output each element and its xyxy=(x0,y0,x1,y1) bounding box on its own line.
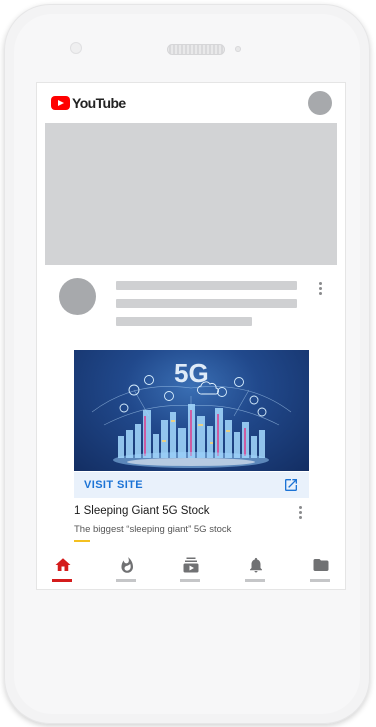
app-header: YouTube xyxy=(37,83,345,123)
nav-home[interactable] xyxy=(52,556,74,586)
nav-indicator xyxy=(52,579,72,582)
nav-indicator xyxy=(245,579,265,582)
nav-trending[interactable] xyxy=(116,556,138,586)
video-more-options-icon[interactable] xyxy=(319,282,322,295)
ad-badge xyxy=(74,540,90,542)
ad-image-label: 5G xyxy=(174,358,209,388)
proximity-sensor xyxy=(235,46,241,52)
nav-indicator xyxy=(310,579,330,582)
account-avatar[interactable] xyxy=(308,91,332,115)
ad-description: The biggest “sleeping giant” 5G stock xyxy=(74,524,232,535)
trending-icon xyxy=(121,557,133,573)
visit-site-bar[interactable]: VISIT SITE xyxy=(74,472,309,498)
visit-site-label[interactable]: VISIT SITE xyxy=(84,479,143,491)
title-placeholder-line xyxy=(116,299,297,308)
nav-notifications[interactable] xyxy=(245,556,267,586)
youtube-play-icon xyxy=(51,96,70,110)
title-placeholder-line xyxy=(116,281,297,290)
nav-indicator xyxy=(180,579,200,582)
library-icon xyxy=(313,559,329,571)
channel-avatar-placeholder[interactable] xyxy=(59,278,96,315)
open-in-new-icon[interactable] xyxy=(283,477,299,493)
video-placeholder[interactable] xyxy=(45,123,337,265)
nav-indicator xyxy=(116,579,136,582)
home-icon xyxy=(55,558,71,571)
ad-image[interactable]: 5G xyxy=(74,350,309,471)
youtube-logo[interactable]: YouTube xyxy=(51,95,126,111)
meta-placeholder-line xyxy=(116,317,252,326)
front-camera xyxy=(70,42,82,54)
bell-icon xyxy=(250,557,262,573)
nav-subscriptions[interactable] xyxy=(180,556,202,586)
ad-title[interactable]: 1 Sleeping Giant 5G Stock xyxy=(74,505,210,517)
earpiece-speaker xyxy=(167,44,225,55)
youtube-wordmark: YouTube xyxy=(72,95,126,111)
bottom-navigation xyxy=(37,550,345,589)
ad-more-options-icon[interactable] xyxy=(299,506,302,519)
app-screen: YouTube 5G VISIT SITE 1 Sleeping Giant 5… xyxy=(36,82,346,590)
nav-library[interactable] xyxy=(310,556,332,586)
subscriptions-icon xyxy=(183,557,199,573)
